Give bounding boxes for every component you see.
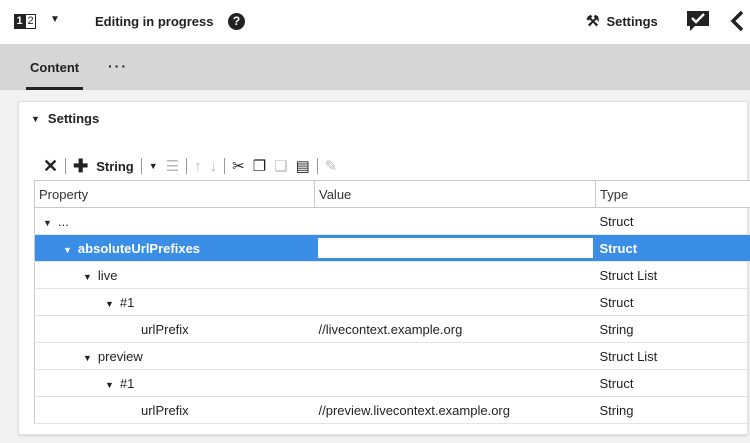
value-cell[interactable]: //livecontext.example.org bbox=[314, 315, 596, 343]
type-cell: Struct bbox=[595, 207, 750, 235]
type-cell: Struct bbox=[595, 369, 750, 397]
type-dropdown-icon[interactable]: ▼ bbox=[145, 154, 162, 178]
property-cell[interactable]: ▼ absoluteUrlPrefixes bbox=[34, 234, 315, 262]
property-name: urlPrefix bbox=[141, 321, 189, 337]
property-cell[interactable]: ▼ #1 bbox=[34, 288, 315, 316]
tools-icon: ⚒ bbox=[586, 13, 600, 30]
move-down-icon: ↓ bbox=[209, 157, 218, 175]
expand-triangle-icon[interactable]: ▼ bbox=[105, 380, 114, 390]
status-title: Editing in progress bbox=[95, 14, 214, 29]
value-cell[interactable] bbox=[314, 288, 596, 316]
collapse-triangle-icon: ▼ bbox=[31, 113, 40, 124]
property-name: #1 bbox=[119, 375, 135, 391]
panel-title: Settings bbox=[47, 111, 100, 126]
tab-content[interactable]: Content bbox=[18, 44, 91, 90]
type-cell: Struct bbox=[595, 288, 750, 316]
toolbar-separator bbox=[65, 158, 67, 174]
type-cell: String bbox=[595, 396, 750, 424]
delete-icon[interactable]: ✕ bbox=[39, 154, 62, 178]
help-icon[interactable]: ? bbox=[228, 13, 245, 30]
table-header-row: Property Value Type bbox=[34, 180, 750, 208]
type-cell: Struct List bbox=[595, 342, 750, 370]
table-row[interactable]: ▼ preview Struct List bbox=[34, 342, 750, 370]
toolbar-separator bbox=[186, 158, 188, 174]
value-cell[interactable]: //preview.livecontext.example.org bbox=[314, 396, 596, 424]
chevron-down-icon[interactable]: ▼ bbox=[50, 14, 60, 25]
more-tabs-button[interactable]: ··· bbox=[108, 58, 128, 74]
settings-button[interactable]: ⚒ Settings bbox=[586, 12, 658, 30]
property-name: preview bbox=[97, 348, 143, 364]
column-header-type[interactable]: Type bbox=[595, 180, 750, 208]
cut-icon[interactable]: ✂ bbox=[228, 154, 249, 178]
toolbar-separator bbox=[140, 158, 142, 174]
value-editor[interactable] bbox=[316, 237, 594, 259]
column-header-property[interactable]: Property bbox=[34, 180, 315, 208]
value-cell[interactable] bbox=[314, 207, 596, 235]
type-cell: Struct List bbox=[595, 261, 750, 289]
property-name: urlPrefix bbox=[141, 402, 189, 418]
table-row[interactable]: ▼... Struct bbox=[34, 207, 750, 235]
expand-triangle-icon[interactable]: ▼ bbox=[43, 218, 52, 228]
struct-toolbar: ✕ ✚ String ▼ ☰ ↑ ↓ ✂ ❐ ❏ ▤ ✎ bbox=[39, 154, 341, 178]
expand-triangle-icon[interactable]: ▼ bbox=[83, 353, 92, 363]
lang-digit-1: 1 bbox=[14, 14, 25, 29]
property-name: live bbox=[97, 267, 118, 283]
tab-strip: Content ··· bbox=[0, 44, 750, 90]
property-cell[interactable]: urlPrefix bbox=[34, 315, 315, 343]
table-row[interactable]: urlPrefix //preview.livecontext.example.… bbox=[34, 396, 750, 424]
table-row[interactable]: urlPrefix //livecontext.example.org Stri… bbox=[34, 315, 750, 343]
header-bar: 1 2 ▼ Editing in progress ? ⚒ Settings bbox=[0, 0, 750, 44]
add-type-label[interactable]: String bbox=[92, 154, 138, 178]
collapse-left-icon[interactable] bbox=[728, 9, 746, 33]
tab-content-label: Content bbox=[30, 59, 80, 75]
settings-label: Settings bbox=[606, 13, 658, 29]
table-row-selected[interactable]: ▼ absoluteUrlPrefixes Struct bbox=[34, 234, 750, 262]
property-cell[interactable]: ▼ #1 bbox=[34, 369, 315, 397]
property-table: Property Value Type ▼... Struct ▼ absolut… bbox=[34, 180, 750, 424]
add-icon[interactable]: ✚ bbox=[69, 154, 92, 178]
paste-special-icon[interactable]: ▤ bbox=[292, 154, 314, 178]
language-icon[interactable]: 1 2 bbox=[14, 14, 36, 29]
table-row[interactable]: ▼ live Struct List bbox=[34, 261, 750, 289]
table-row[interactable]: ▼ #1 Struct bbox=[34, 288, 750, 316]
toolbar-separator bbox=[224, 158, 226, 174]
edit-icon: ✎ bbox=[324, 158, 338, 175]
value-cell[interactable] bbox=[314, 261, 596, 289]
property-cell[interactable]: urlPrefix bbox=[34, 396, 315, 424]
approve-comment-icon[interactable] bbox=[686, 10, 710, 32]
value-cell[interactable] bbox=[314, 342, 596, 370]
panel-header[interactable]: ▼ Settings bbox=[31, 111, 99, 126]
table-row[interactable]: ▼ #1 Struct bbox=[34, 369, 750, 397]
value-cell[interactable] bbox=[314, 234, 596, 262]
property-name: #1 bbox=[119, 294, 135, 310]
type-cell: Struct bbox=[595, 234, 750, 262]
expand-triangle-icon[interactable]: ▼ bbox=[83, 272, 92, 282]
copy-icon[interactable]: ❐ bbox=[249, 154, 270, 178]
property-cell[interactable]: ▼ live bbox=[34, 261, 315, 289]
toolbar-separator bbox=[316, 158, 318, 174]
type-cell: String bbox=[595, 315, 750, 343]
property-name: ... bbox=[57, 213, 69, 229]
property-cell[interactable]: ▼ preview bbox=[34, 342, 315, 370]
move-up-icon: ↑ bbox=[194, 157, 202, 175]
column-header-value[interactable]: Value bbox=[314, 180, 596, 208]
lang-digit-2: 2 bbox=[25, 14, 36, 29]
expand-triangle-icon[interactable]: ▼ bbox=[105, 299, 114, 309]
list-icon: ☰ bbox=[165, 158, 180, 175]
value-cell[interactable] bbox=[314, 369, 596, 397]
paste-icon: ❏ bbox=[274, 158, 288, 175]
property-cell[interactable]: ▼... bbox=[34, 207, 315, 235]
property-name: absoluteUrlPrefixes bbox=[77, 240, 201, 256]
expand-triangle-icon[interactable]: ▼ bbox=[63, 245, 72, 255]
